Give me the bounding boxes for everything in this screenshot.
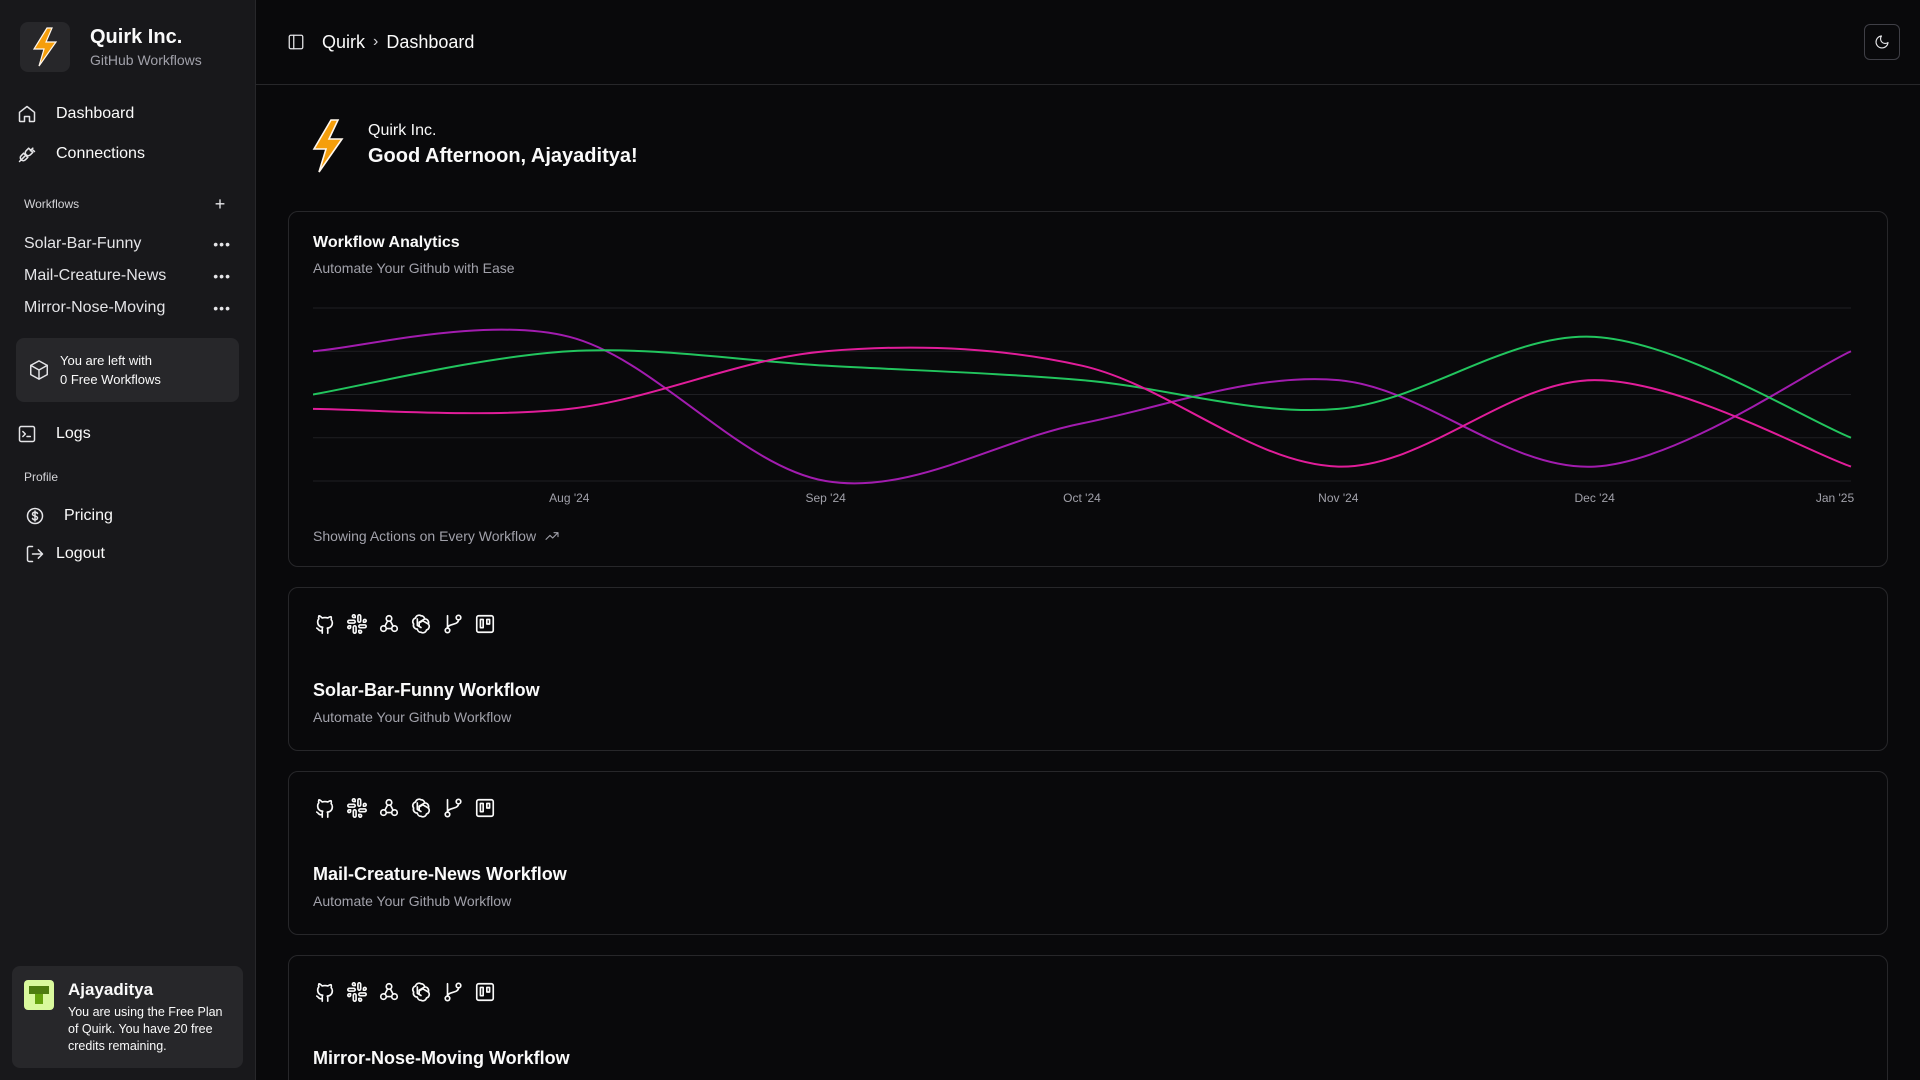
dollar-circle-icon (24, 505, 46, 527)
terminal-icon (16, 423, 38, 445)
slack-icon (345, 796, 369, 820)
workflow-card-subtitle: Automate Your Github Workflow (313, 709, 512, 725)
chevron-right-icon: › (373, 33, 379, 50)
github-icon (313, 980, 337, 1004)
nav-dashboard[interactable]: Dashboard (0, 94, 255, 134)
workflows-section-label: Workflows (24, 197, 80, 211)
moon-icon (1875, 35, 1889, 49)
user-card[interactable]: Ajayaditya You are using the Free Plan o… (12, 966, 243, 1068)
openai-icon (409, 612, 433, 636)
home-icon (16, 103, 38, 125)
box-icon (30, 360, 48, 380)
line-chart: Aug '24 Sep '24 Oct '24 Nov '24 Dec '24 Jan '… (312, 307, 1855, 505)
integration-icons (313, 796, 1863, 820)
workflow-card-title: Mirror-Nose-Moving Workflow (313, 1048, 570, 1068)
workflow-card[interactable]: Solar-Bar-Funny Workflow Automate Your G… (288, 587, 1888, 751)
greeting: Quirk Inc. Good Afternoon, Ajayaditya! (256, 85, 1920, 211)
openai-icon (409, 980, 433, 1004)
nav-pricing[interactable]: Pricing (0, 498, 255, 534)
nav-connections[interactable]: Connections (0, 134, 255, 174)
sidebar-workflow-item[interactable]: Mail-Creature-News ••• (0, 260, 255, 292)
github-icon (313, 612, 337, 636)
sidebar-toggle-icon[interactable] (280, 26, 312, 58)
webhook-icon (377, 980, 401, 1004)
brand-logo-icon (312, 119, 344, 173)
integration-icons (313, 980, 1863, 1004)
webhook-icon (377, 796, 401, 820)
analytics-chart: Aug '24 Sep '24 Oct '24 Nov '24 Dec '24 Jan '… (312, 296, 1861, 506)
git-branch-icon (441, 796, 465, 820)
breadcrumb-current: Dashboard (386, 31, 475, 52)
user-plan-description: You are using the Free Plan of Quirk. Yo… (68, 1005, 223, 1053)
trello-icon (473, 796, 497, 820)
chart-series-line-3 (312, 346, 1852, 468)
brand-subtitle: GitHub Workflows (90, 52, 202, 68)
greeting-message: Good Afternoon, Ajayaditya! (368, 145, 638, 167)
free-notice-line1: You are left with (60, 353, 153, 368)
more-options-icon[interactable]: ••• (213, 268, 231, 284)
webhook-icon (377, 612, 401, 636)
logout-icon (24, 543, 46, 565)
theme-toggle-button[interactable] (1864, 24, 1900, 60)
chart-x-tick-label: Dec '24 (1575, 491, 1616, 505)
slack-icon (345, 612, 369, 636)
brand-logo (20, 22, 70, 72)
workflows-section-header: Workflows + (0, 188, 255, 220)
trello-icon (473, 980, 497, 1004)
nav-dashboard-label: Dashboard (56, 105, 135, 122)
git-branch-icon (441, 612, 465, 636)
nav-logout-label: Logout (56, 545, 105, 562)
plug-icon (16, 143, 38, 165)
nav-logs[interactable]: Logs (0, 414, 255, 454)
user-name: Ajayaditya (68, 980, 154, 999)
trello-icon (473, 612, 497, 636)
free-notice-line2: 0 Free Workflows (60, 372, 161, 387)
trending-up-icon (545, 532, 559, 540)
nav-logs-label: Logs (56, 425, 91, 442)
breadcrumb-root[interactable]: Quirk (322, 32, 365, 53)
sidebar: Quirk Inc. GitHub Workflows Dashboard Co… (0, 0, 256, 1080)
free-workflows-notice: You are left with 0 Free Workflows (16, 338, 239, 402)
workflow-card-title: Mail-Creature-News Workflow (313, 864, 567, 884)
sidebar-workflow-item[interactable]: Mirror-Nose-Moving ••• (0, 292, 255, 324)
brand[interactable]: Quirk Inc. GitHub Workflows (0, 0, 255, 76)
workflow-analytics-card: Workflow Analytics Automate Your Github … (288, 211, 1888, 567)
analytics-footer: Showing Actions on Every Workflow (313, 528, 560, 544)
profile-section-label: Profile (24, 470, 59, 484)
chart-x-tick-label: Oct '24 (1063, 491, 1101, 505)
analytics-footer-text: Showing Actions on Every Workflow (313, 528, 537, 544)
topbar: Quirk › Dashboard (256, 0, 1920, 85)
sidebar-workflow-item[interactable]: Solar-Bar-Funny ••• (0, 228, 255, 260)
slack-icon (345, 980, 369, 1004)
sidebar-workflow-label: Mail-Creature-News (24, 267, 167, 284)
chart-x-tick-label: Sep '24 (806, 491, 847, 505)
analytics-title: Workflow Analytics (313, 234, 460, 251)
workflow-card[interactable]: Mirror-Nose-Moving Workflow Automate You… (288, 955, 1888, 1080)
workflow-card-title: Solar-Bar-Funny Workflow (313, 680, 540, 700)
main-content: Quirk › Dashboard Quirk Inc. Good Aftern… (256, 0, 1920, 1080)
sidebar-workflow-label: Mirror-Nose-Moving (24, 299, 166, 316)
chart-x-tick-label: Aug '24 (549, 491, 590, 505)
analytics-subtitle: Automate Your Github with Ease (313, 260, 515, 276)
integration-icons (313, 612, 1863, 636)
more-options-icon[interactable]: ••• (213, 300, 231, 316)
github-icon (313, 796, 337, 820)
sidebar-workflow-label: Solar-Bar-Funny (24, 235, 142, 252)
nav-pricing-label: Pricing (64, 507, 113, 524)
nav-logout[interactable]: Logout (0, 534, 255, 574)
chart-x-tick-label: Jan '25 (1816, 491, 1855, 505)
avatar (24, 980, 54, 1010)
git-branch-icon (441, 980, 465, 1004)
chart-x-tick-label: Nov '24 (1318, 491, 1359, 505)
more-options-icon[interactable]: ••• (213, 236, 231, 252)
greeting-org: Quirk Inc. (368, 122, 437, 139)
workflow-card[interactable]: Mail-Creature-News Workflow Automate You… (288, 771, 1888, 935)
brand-name: Quirk Inc. (90, 26, 183, 48)
nav-connections-label: Connections (56, 145, 145, 162)
openai-icon (409, 796, 433, 820)
workflow-card-subtitle: Automate Your Github Workflow (313, 893, 512, 909)
add-workflow-button[interactable]: + (211, 194, 229, 214)
